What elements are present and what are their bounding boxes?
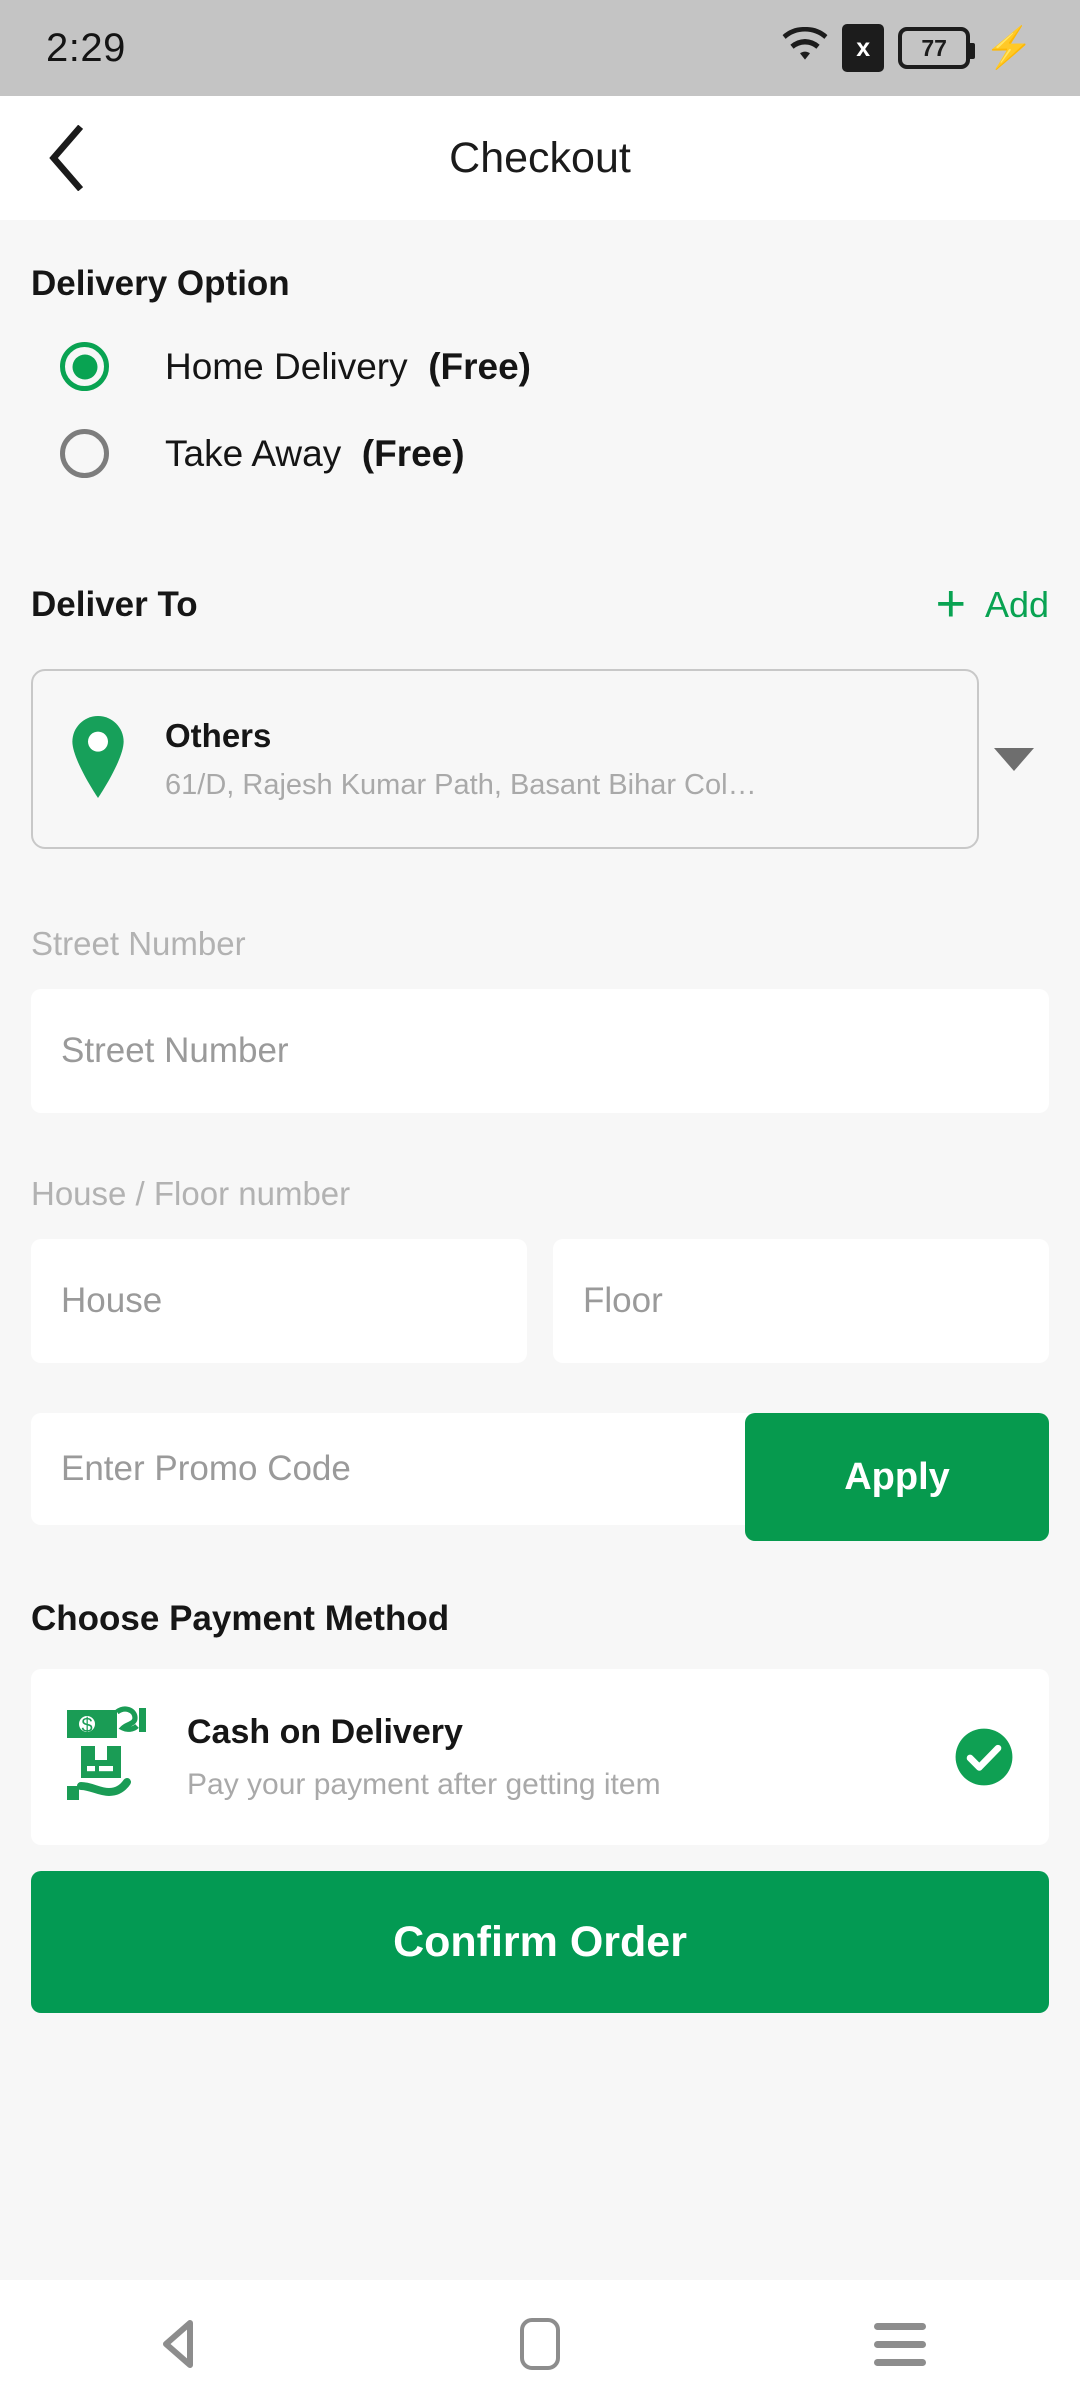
delivery-option-take-away[interactable]: Take Away (Free) <box>31 429 1049 478</box>
add-address-label: Add <box>984 584 1049 625</box>
page-title: Checkout <box>449 133 631 182</box>
nav-home-icon <box>520 2318 560 2370</box>
check-circle-icon <box>953 1726 1015 1788</box>
plus-icon: + <box>935 575 966 634</box>
svg-text:$: $ <box>81 1715 92 1737</box>
house-floor-section: House / Floor number House Floor <box>31 1175 1049 1363</box>
delivery-option-section: Delivery Option Home Delivery (Free) Tak… <box>31 220 1049 478</box>
payment-method-title: Cash on Delivery <box>187 1712 463 1751</box>
status-time: 2:29 <box>46 25 126 70</box>
back-chevron-icon <box>49 125 84 191</box>
battery-icon: 77 <box>898 27 976 69</box>
deliver-to-header: Deliver To + Add <box>31 575 1049 634</box>
cash-on-delivery-icon: $ <box>65 1706 153 1809</box>
nav-recents-button[interactable] <box>720 2322 1080 2366</box>
status-bar: 2:29 x 77 ⚡ <box>0 0 1080 96</box>
address-dropdown-button[interactable] <box>979 747 1049 771</box>
delivery-option-heading: Delivery Option <box>31 264 290 303</box>
selected-address-card[interactable]: Others 61/D, Rajesh Kumar Path, Basant B… <box>31 669 979 849</box>
promo-code-row: Enter Promo Code Apply <box>31 1413 1049 1541</box>
payment-method-cash-on-delivery[interactable]: $ Cash on Delivery Pay your payment afte… <box>31 1669 1049 1845</box>
address-detail: 61/D, Rajesh Kumar Path, Basant Bihar Co… <box>165 768 765 801</box>
nav-back-button[interactable] <box>0 2319 360 2369</box>
apply-promo-button[interactable]: Apply <box>745 1413 1049 1541</box>
app-bar: Checkout <box>0 96 1080 220</box>
nav-recents-icon <box>874 2322 926 2366</box>
android-nav-bar <box>0 2280 1080 2408</box>
house-placeholder: House <box>61 1281 163 1320</box>
sim-error-icon: x <box>842 24 885 72</box>
battery-level-label: 77 <box>921 34 947 61</box>
delivery-option-home-delivery[interactable]: Home Delivery (Free) <box>31 342 1049 391</box>
nav-home-button[interactable] <box>360 2318 720 2370</box>
delivery-option-takeaway-label: Take Away (Free) <box>165 432 465 474</box>
street-number-section: Street Number Street Number <box>31 925 1049 1113</box>
checkout-screen: 2:29 x 77 ⚡ Checkout Delivery Option Hom… <box>0 0 1080 2408</box>
floor-placeholder: Floor <box>583 1281 663 1320</box>
add-address-button[interactable]: + Add <box>935 575 1049 634</box>
house-floor-inputs: House Floor <box>31 1239 1049 1363</box>
delivery-option-home-label: Home Delivery (Free) <box>165 345 531 387</box>
chevron-down-icon <box>994 747 1034 771</box>
floor-input[interactable]: Floor <box>553 1239 1049 1363</box>
deliver-to-heading: Deliver To <box>31 585 198 624</box>
payment-method-subtitle: Pay your payment after getting item <box>187 1767 661 1801</box>
radio-home-delivery[interactable] <box>60 342 109 391</box>
map-pin-icon <box>67 715 129 803</box>
address-title: Others <box>165 716 272 754</box>
back-button[interactable] <box>34 125 100 191</box>
address-text-group: Others 61/D, Rajesh Kumar Path, Basant B… <box>165 717 765 802</box>
street-number-input[interactable]: Street Number <box>31 989 1049 1113</box>
house-input[interactable]: House <box>31 1239 527 1363</box>
payment-method-heading: Choose Payment Method <box>31 1599 450 1638</box>
house-floor-label: House / Floor number <box>31 1175 351 1212</box>
payment-method-text: Cash on Delivery Pay your payment after … <box>187 1713 953 1802</box>
checkout-content: Delivery Option Home Delivery (Free) Tak… <box>0 220 1080 2408</box>
street-number-placeholder: Street Number <box>61 1031 289 1070</box>
address-row: Others 61/D, Rajesh Kumar Path, Basant B… <box>31 669 1049 849</box>
status-icon-group: x 77 ⚡ <box>782 24 1034 72</box>
delivery-option-takeaway-price: (Free) <box>361 432 465 474</box>
charging-bolt-icon: ⚡ <box>984 26 1034 70</box>
radio-take-away[interactable] <box>60 429 109 478</box>
delivery-option-home-price: (Free) <box>428 345 531 387</box>
wifi-icon <box>782 26 828 70</box>
street-number-label: Street Number <box>31 925 246 962</box>
nav-back-triangle-icon <box>163 2320 193 2368</box>
confirm-order-button[interactable]: Confirm Order <box>31 1871 1049 2013</box>
promo-code-placeholder: Enter Promo Code <box>61 1449 351 1488</box>
